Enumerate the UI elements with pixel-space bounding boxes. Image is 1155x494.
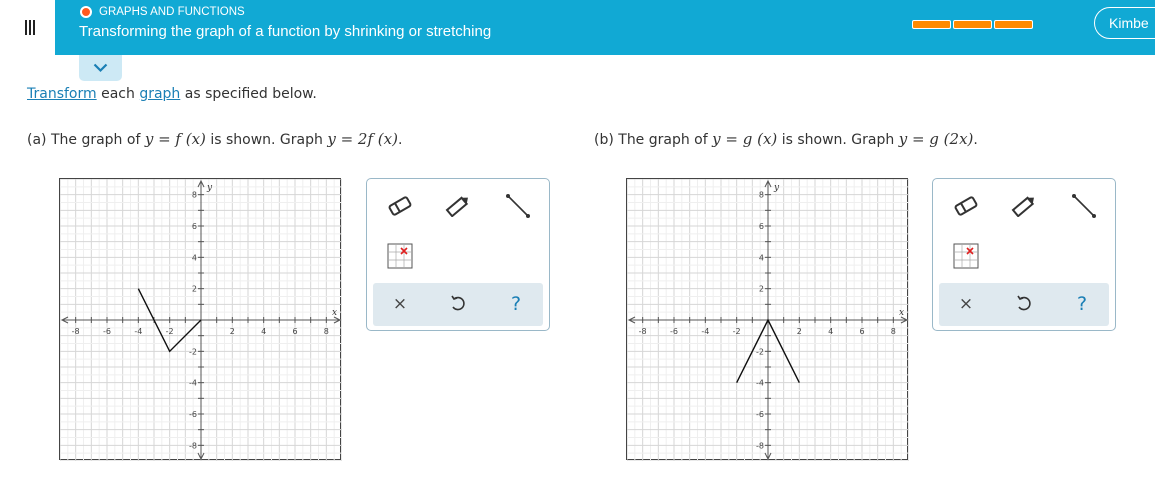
point-grid-icon	[953, 243, 979, 269]
graph-link[interactable]: graph	[139, 86, 180, 102]
y-tick-label: 4	[759, 253, 764, 262]
eraser-icon	[388, 196, 412, 216]
chevron-down-icon	[93, 63, 108, 73]
menu-icon	[25, 20, 27, 35]
pencil-icon	[1011, 196, 1035, 217]
line-tool[interactable]	[1069, 191, 1099, 221]
topic-line: GRAPHS AND FUNCTIONS	[80, 6, 245, 18]
x-tick-label: -6	[670, 327, 678, 336]
x-tick-label: 8	[324, 327, 329, 336]
y-tick-label: -4	[189, 379, 197, 388]
y-tick-label: -6	[756, 410, 764, 419]
progress-bar	[912, 20, 1033, 29]
x-tick-label: 4	[261, 327, 266, 336]
collapse-toggle[interactable]	[79, 55, 122, 81]
graph-a-actions: × ?	[373, 283, 543, 326]
x-axis-label: x	[899, 308, 904, 318]
topic-name: GRAPHS AND FUNCTIONS	[99, 6, 245, 18]
page-title: Transforming the graph of a function by …	[79, 23, 492, 40]
graph-a[interactable]: -8 -6 -4 -2 2 4 6 8 8 6 4 2 -2 -4 -6 -8 x y	[59, 178, 342, 461]
x-axis-label: x	[332, 308, 337, 318]
eraser-icon	[954, 196, 978, 216]
line-segment-icon	[1072, 194, 1096, 218]
point-tool[interactable]	[951, 241, 981, 271]
x-tick-label: -4	[701, 327, 709, 336]
graph-a-canvas[interactable]: -8 -6 -4 -2 2 4 6 8 8 6 4 2 -2 -4 -6 -8 x y	[60, 179, 342, 461]
y-tick-label: -8	[756, 441, 764, 450]
progress-segment	[994, 20, 1033, 29]
transform-link[interactable]: Transform	[27, 86, 97, 102]
top-bar: GRAPHS AND FUNCTIONS Transforming the gr…	[0, 0, 1155, 55]
x-tick-label: -2	[733, 327, 741, 336]
y-tick-label: -4	[756, 379, 764, 388]
y-tick-label: -8	[189, 441, 197, 450]
undo-button[interactable]	[443, 289, 473, 319]
part-b-label: (b) The graph of y = g (x) is shown. Gra…	[594, 130, 978, 148]
graph-b-actions: × ?	[939, 283, 1109, 326]
undo-icon	[451, 295, 465, 311]
y-tick-label: 6	[192, 222, 197, 231]
x-tick-label: 4	[828, 327, 833, 336]
x-tick-label: 2	[797, 327, 802, 336]
x-tick-label: -2	[166, 327, 174, 336]
point-grid-icon	[387, 243, 413, 269]
topic-status-icon	[80, 6, 92, 18]
x-tick-label: -8	[639, 327, 647, 336]
x-tick-label: -6	[103, 327, 111, 336]
x-tick-label: -8	[72, 327, 80, 336]
y-axis-label: y	[773, 183, 780, 193]
graph-b-toolbar: × ?	[932, 178, 1116, 331]
clear-button[interactable]: ×	[951, 289, 981, 319]
line-tool[interactable]	[503, 191, 533, 221]
x-tick-label: 2	[230, 327, 235, 336]
user-menu-button[interactable]: Kimbe	[1094, 7, 1155, 39]
y-tick-label: 2	[192, 285, 197, 294]
y-tick-label: -2	[189, 347, 197, 356]
instructions: Transform each graph as specified below.	[27, 86, 317, 102]
menu-button[interactable]	[0, 0, 55, 55]
progress-segment	[953, 20, 992, 29]
clear-button[interactable]: ×	[385, 289, 415, 319]
x-tick-label: 8	[891, 327, 896, 336]
y-tick-label: 6	[759, 222, 764, 231]
eraser-tool[interactable]	[951, 191, 981, 221]
y-tick-label: 8	[192, 191, 197, 200]
graph-a-toolbar: × ?	[366, 178, 550, 331]
eraser-tool[interactable]	[385, 191, 415, 221]
undo-button[interactable]	[1009, 289, 1039, 319]
y-tick-label: -2	[756, 347, 764, 356]
pencil-tool[interactable]	[443, 191, 473, 221]
graph-b-canvas[interactable]: -8 -6 -4 -2 2 4 6 8 8 6 4 2 -2 -4 -6 -8 x y	[627, 179, 909, 461]
point-tool[interactable]	[385, 241, 415, 271]
pencil-icon	[445, 196, 469, 217]
y-axis-label: y	[206, 183, 213, 193]
help-button[interactable]: ?	[1067, 289, 1097, 319]
y-tick-label: 4	[192, 253, 197, 262]
graph-b[interactable]: -8 -6 -4 -2 2 4 6 8 8 6 4 2 -2 -4 -6 -8 x y	[626, 178, 909, 461]
pencil-tool[interactable]	[1009, 191, 1039, 221]
x-tick-label: 6	[859, 327, 864, 336]
y-tick-label: 2	[759, 285, 764, 294]
y-tick-label: -6	[189, 410, 197, 419]
help-button[interactable]: ?	[501, 289, 531, 319]
line-segment-icon	[506, 194, 530, 218]
x-tick-label: -4	[134, 327, 142, 336]
x-tick-label: 6	[292, 327, 297, 336]
progress-segment	[912, 20, 951, 29]
y-tick-label: 8	[759, 191, 764, 200]
undo-icon	[1017, 295, 1031, 311]
part-a-label: (a) The graph of y = f (x) is shown. Gra…	[27, 130, 403, 148]
